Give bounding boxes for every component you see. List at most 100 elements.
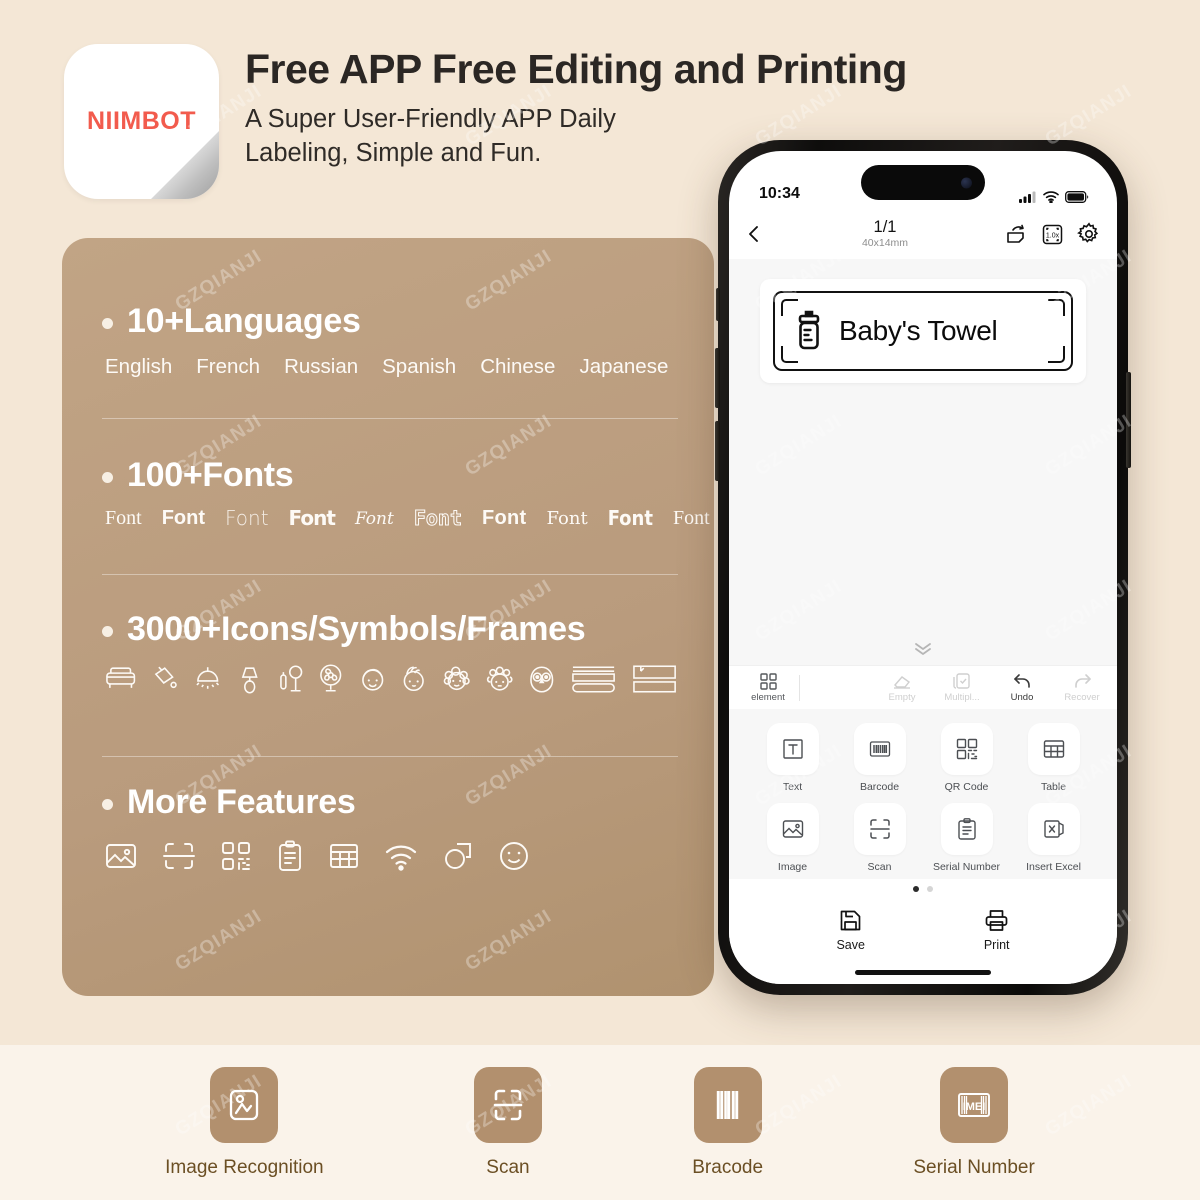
strip-item-image-recognition[interactable]: Image Recognition bbox=[165, 1066, 324, 1179]
recover-button[interactable]: Recover bbox=[1059, 672, 1105, 703]
qr-code-icon bbox=[956, 738, 977, 760]
tool-label: Scan bbox=[867, 861, 892, 873]
strip-item-barcode[interactable]: Bracode bbox=[692, 1066, 763, 1179]
chevron-left-icon[interactable] bbox=[743, 223, 765, 245]
tool-pager-dots[interactable] bbox=[729, 879, 1117, 896]
shapes-icon bbox=[445, 843, 471, 869]
multi-select-button[interactable]: Multipl... bbox=[939, 672, 985, 703]
label-card[interactable]: Baby's Towel bbox=[760, 279, 1086, 383]
more-feature-icon-row bbox=[104, 840, 678, 872]
zoom-1x-icon[interactable]: 1.0x bbox=[1041, 223, 1064, 246]
qr-code-icon bbox=[222, 842, 250, 870]
page-counter: 1/1 bbox=[873, 217, 897, 236]
feature-heading: 10+Languages bbox=[127, 302, 361, 340]
tool-image[interactable]: Image bbox=[749, 803, 836, 873]
strip-item-scan[interactable]: Scan bbox=[473, 1066, 542, 1179]
undo-button[interactable]: Undo bbox=[999, 672, 1045, 703]
feature-block-fonts: 100+Fonts Font Font Font Font Font Font … bbox=[102, 456, 710, 530]
editor-tool-strip: element Empty Multipl... Undo Recover bbox=[729, 665, 1117, 709]
tool-label: Table bbox=[1040, 781, 1067, 793]
save-button[interactable]: Save bbox=[836, 908, 865, 952]
rotate-label-icon[interactable] bbox=[1005, 223, 1028, 246]
scan-icon bbox=[493, 1089, 523, 1120]
front-camera-icon bbox=[961, 177, 972, 188]
font-sample: Font bbox=[354, 509, 394, 529]
tool-barcode[interactable]: Barcode bbox=[836, 723, 923, 793]
pager-dot-active[interactable] bbox=[913, 886, 919, 892]
gear-icon[interactable] bbox=[1077, 222, 1101, 246]
toolstrip-divider bbox=[799, 674, 800, 701]
phone-mute-switch[interactable] bbox=[716, 288, 720, 321]
label-canvas[interactable]: Baby's Towel bbox=[729, 259, 1117, 665]
frame-lines-icon bbox=[571, 666, 615, 693]
feature-heading-row: More Features bbox=[102, 783, 678, 822]
phone-volume-down-button[interactable] bbox=[715, 421, 720, 481]
tool-qr-code[interactable]: QR Code bbox=[923, 723, 1010, 793]
wifi-icon bbox=[1043, 191, 1059, 203]
dynamic-island bbox=[861, 165, 985, 200]
feature-heading-row: 3000+Icons/Symbols/Frames bbox=[102, 610, 678, 649]
font-sample: Font bbox=[546, 508, 588, 529]
girl-face-icon bbox=[403, 666, 424, 692]
icon-sample-row bbox=[104, 663, 678, 695]
frame-corner-tr bbox=[1048, 299, 1065, 316]
bullet-icon bbox=[102, 626, 113, 637]
printer-icon bbox=[985, 910, 1008, 931]
imei-icon: IMEI bbox=[958, 1092, 991, 1117]
smiley-icon bbox=[500, 842, 528, 870]
empty-button[interactable]: Empty bbox=[879, 672, 925, 703]
tool-label: QR Code bbox=[944, 781, 989, 793]
bullet-icon bbox=[102, 472, 113, 483]
print-button[interactable]: Print bbox=[984, 908, 1010, 952]
table-icon bbox=[330, 844, 358, 868]
chevron-double-down-icon[interactable] bbox=[912, 641, 934, 655]
sheep-face-icon bbox=[486, 666, 513, 691]
strip-item-serial-number[interactable]: IMEI Serial Number bbox=[913, 1066, 1035, 1179]
boy-face-icon bbox=[361, 668, 383, 691]
excel-icon bbox=[1043, 820, 1064, 838]
tool-scan[interactable]: Scan bbox=[836, 803, 923, 873]
bottom-feature-strip: Image Recognition Scan Bracode IMEI Seri… bbox=[0, 1045, 1200, 1200]
phone-power-button[interactable] bbox=[1126, 372, 1131, 468]
tool-serial-number[interactable]: Serial Number bbox=[923, 803, 1010, 873]
page-title: Free APP Free Editing and Printing bbox=[245, 46, 907, 92]
phone-mockup: 10:34 1/1 40x14mm 1.0x Baby's Towel elem… bbox=[715, 140, 1131, 995]
nav-actions: 1.0x bbox=[1005, 222, 1101, 246]
phone-volume-up-button[interactable] bbox=[715, 348, 720, 408]
paint-bucket-icon bbox=[155, 666, 178, 689]
tool-text[interactable]: Text bbox=[749, 723, 836, 793]
font-sample: Font bbox=[288, 506, 336, 530]
tool-label: Text bbox=[782, 781, 803, 793]
app-nav-bar: 1/1 40x14mm 1.0x bbox=[729, 209, 1117, 259]
home-indicator[interactable] bbox=[855, 970, 991, 975]
font-sample: Font bbox=[161, 507, 205, 529]
tool-icon-wrap bbox=[1027, 723, 1080, 775]
tool-label: Barcode bbox=[859, 781, 900, 793]
feature-block-more: More Features bbox=[102, 783, 678, 872]
frame-box-icon bbox=[633, 665, 676, 693]
divider bbox=[102, 574, 678, 575]
pendant-lamp-icon bbox=[196, 667, 219, 689]
tool-table[interactable]: Table bbox=[1010, 723, 1097, 793]
tool-insert-excel[interactable]: Insert Excel bbox=[1010, 803, 1097, 873]
element-button[interactable]: element bbox=[739, 672, 797, 703]
language-item: Spanish bbox=[382, 355, 457, 378]
label-text[interactable]: Baby's Towel bbox=[839, 315, 998, 347]
font-sample-list: Font Font Font Font Font Font Font Font … bbox=[105, 506, 710, 530]
language-item: Russian bbox=[284, 355, 359, 378]
font-sample: Font bbox=[672, 507, 710, 529]
font-sample: Font bbox=[413, 506, 462, 530]
feature-heading: 3000+Icons/Symbols/Frames bbox=[127, 610, 586, 648]
clipboard-list-icon bbox=[279, 840, 301, 871]
barcode-icon bbox=[716, 1090, 738, 1119]
pager-dot[interactable] bbox=[927, 886, 933, 892]
tool-icon-wrap bbox=[853, 723, 906, 775]
image-icon bbox=[782, 820, 803, 838]
font-sample: Font bbox=[482, 507, 527, 529]
language-list: English French Russian Spanish Chinese J… bbox=[105, 355, 678, 379]
strip-label: Serial Number bbox=[913, 1156, 1035, 1178]
page-subtitle-line1: A Super User-Friendly APP Daily bbox=[245, 104, 616, 133]
strip-icon-wrap bbox=[693, 1066, 762, 1143]
font-sample: Font bbox=[607, 506, 653, 530]
multi-select-icon bbox=[953, 673, 970, 689]
